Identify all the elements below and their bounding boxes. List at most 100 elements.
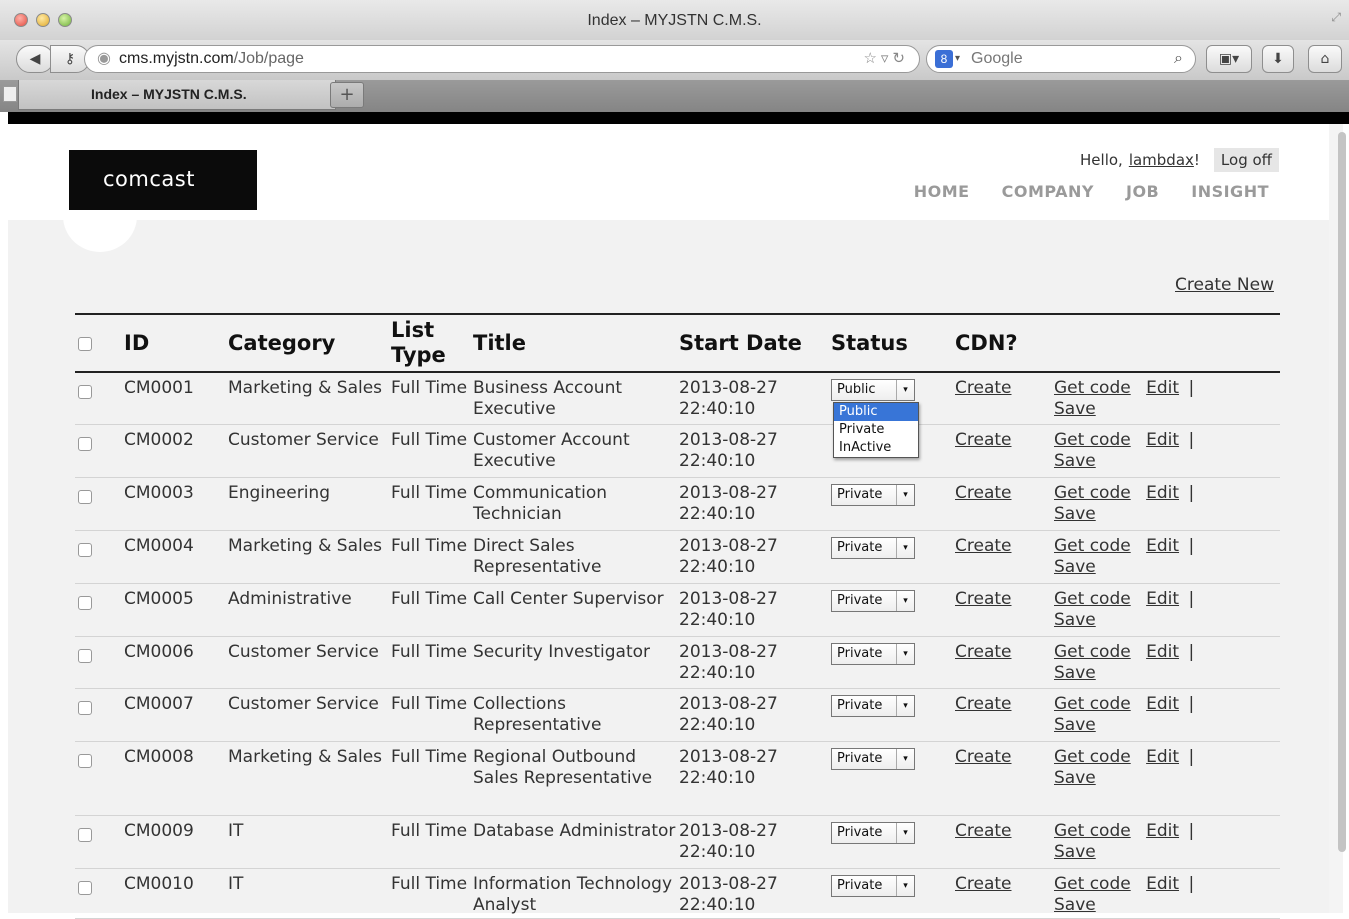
edit-link[interactable]: Edit (1146, 694, 1179, 714)
status-select[interactable]: Private ▾ (831, 747, 915, 770)
nav-insight[interactable]: INSIGHT (1191, 182, 1269, 201)
get-code-link[interactable]: Get code (1054, 589, 1131, 609)
header-status[interactable]: Status (831, 313, 955, 373)
header-category[interactable]: Category (228, 313, 391, 373)
cdn-create-link[interactable]: Create (955, 874, 1012, 894)
row-checkbox[interactable] (78, 827, 92, 842)
save-link[interactable]: Save (1054, 842, 1096, 862)
row-checkbox[interactable] (78, 436, 92, 451)
username-link[interactable]: lambdax (1129, 151, 1194, 169)
cdn-create-link[interactable]: Create (955, 694, 1012, 714)
comcast-logo[interactable]: comcast (69, 150, 257, 210)
cdn-create-link[interactable]: Create (955, 821, 1012, 841)
save-link[interactable]: Save (1054, 504, 1096, 524)
header-title[interactable]: Title (473, 313, 679, 373)
row-checkbox[interactable] (78, 648, 92, 663)
edit-link[interactable]: Edit (1146, 536, 1179, 556)
downloads-button[interactable]: ⬇ (1262, 45, 1294, 73)
history-dropdown-icon[interactable]: ▿ (881, 50, 893, 67)
bookmark-star-icon[interactable]: ☆ (863, 50, 880, 67)
scrollbar-thumb[interactable] (1338, 132, 1346, 852)
engine-dropdown-icon[interactable]: ▾ (955, 46, 960, 72)
google-engine-icon[interactable]: 8 (935, 50, 953, 68)
get-code-link[interactable]: Get code (1054, 642, 1131, 662)
get-code-link[interactable]: Get code (1054, 378, 1131, 398)
row-checkbox[interactable] (78, 542, 92, 557)
edit-link[interactable]: Edit (1146, 642, 1179, 662)
cdn-create-link[interactable]: Create (955, 483, 1012, 503)
edit-link[interactable]: Edit (1146, 430, 1179, 450)
edit-link[interactable]: Edit (1146, 874, 1179, 894)
header-id[interactable]: ID (124, 313, 228, 373)
edit-link[interactable]: Edit (1146, 747, 1179, 767)
get-code-link[interactable]: Get code (1054, 821, 1131, 841)
magnifier-icon[interactable]: ⌕ (1174, 46, 1183, 72)
nav-home[interactable]: HOME (914, 182, 970, 201)
save-link[interactable]: Save (1054, 895, 1096, 915)
search-bar[interactable]: 8 ▾ Google ⌕ (926, 45, 1196, 73)
cdn-create-link[interactable]: Create (955, 747, 1012, 767)
cell-cdn: Create (955, 372, 1054, 425)
save-link[interactable]: Save (1054, 557, 1096, 577)
sidebar-toggle-icon[interactable] (3, 86, 17, 102)
address-bar-actions: ☆▿↻ (863, 46, 909, 72)
save-link[interactable]: Save (1054, 610, 1096, 630)
get-code-link[interactable]: Get code (1054, 536, 1131, 556)
save-link[interactable]: Save (1054, 768, 1096, 788)
status-option-private[interactable]: Private (834, 421, 918, 439)
status-select[interactable]: Private ▾ (831, 694, 915, 717)
cell-status: Private ▾ (831, 868, 955, 919)
get-code-link[interactable]: Get code (1054, 694, 1131, 714)
status-option-inactive[interactable]: InActive (834, 439, 918, 457)
row-checkbox[interactable] (78, 880, 92, 895)
edit-link[interactable]: Edit (1146, 821, 1179, 841)
row-checkbox[interactable] (78, 489, 92, 504)
header-start-date[interactable]: Start Date (679, 313, 831, 373)
row-checkbox[interactable] (78, 753, 92, 768)
reload-icon[interactable]: ↻ (892, 50, 909, 67)
get-code-link[interactable]: Get code (1054, 430, 1131, 450)
status-select[interactable]: Private ▾ (831, 483, 915, 506)
header-list-type[interactable]: List Type (391, 313, 473, 373)
row-checkbox[interactable] (78, 385, 92, 399)
address-bar[interactable]: ◉ cms.myjstn.com/Job/page ☆▿↻ (84, 45, 920, 73)
bookmarks-menu-button[interactable]: ▣▾ (1206, 45, 1252, 73)
tab-index[interactable]: Index – MYJSTN C.M.S. (3, 80, 336, 110)
status-select[interactable]: Private ▾ (831, 821, 915, 844)
select-all-checkbox[interactable] (78, 336, 92, 351)
save-link[interactable]: Save (1054, 663, 1096, 683)
cell-id: CM0007 (124, 688, 228, 742)
edit-link[interactable]: Edit (1146, 378, 1179, 398)
save-link[interactable]: Save (1054, 715, 1096, 735)
cdn-create-link[interactable]: Create (955, 378, 1012, 398)
fullscreen-icon[interactable]: ⤢ (1331, 10, 1341, 25)
status-select[interactable]: Private ▾ (831, 642, 915, 665)
home-button[interactable]: ⌂ (1308, 45, 1342, 73)
status-select[interactable]: Private ▾ (831, 874, 915, 897)
cdn-create-link[interactable]: Create (955, 589, 1012, 609)
status-select[interactable]: Private ▾ (831, 536, 915, 559)
status-option-public[interactable]: Public (834, 403, 918, 421)
get-code-link[interactable]: Get code (1054, 874, 1131, 894)
new-tab-button[interactable]: + (330, 82, 364, 108)
back-button[interactable]: ◀ (16, 45, 54, 73)
cell-cdn: Create (955, 688, 1054, 742)
status-select[interactable]: Public ▾ (831, 379, 915, 401)
status-select[interactable]: Private ▾ (831, 589, 915, 612)
cdn-create-link[interactable]: Create (955, 642, 1012, 662)
row-checkbox[interactable] (78, 700, 92, 715)
create-new-link[interactable]: Create New (1175, 275, 1274, 295)
row-checkbox[interactable] (78, 595, 92, 610)
header-cdn[interactable]: CDN? (955, 313, 1054, 373)
edit-link[interactable]: Edit (1146, 483, 1179, 503)
cdn-create-link[interactable]: Create (955, 430, 1012, 450)
nav-company[interactable]: COMPANY (1002, 182, 1094, 201)
get-code-link[interactable]: Get code (1054, 747, 1131, 767)
save-link[interactable]: Save (1054, 451, 1096, 471)
nav-job[interactable]: JOB (1126, 182, 1159, 201)
logoff-button[interactable]: Log off (1213, 148, 1279, 172)
edit-link[interactable]: Edit (1146, 589, 1179, 609)
cdn-create-link[interactable]: Create (955, 536, 1012, 556)
save-link[interactable]: Save (1054, 399, 1096, 419)
get-code-link[interactable]: Get code (1054, 483, 1131, 503)
